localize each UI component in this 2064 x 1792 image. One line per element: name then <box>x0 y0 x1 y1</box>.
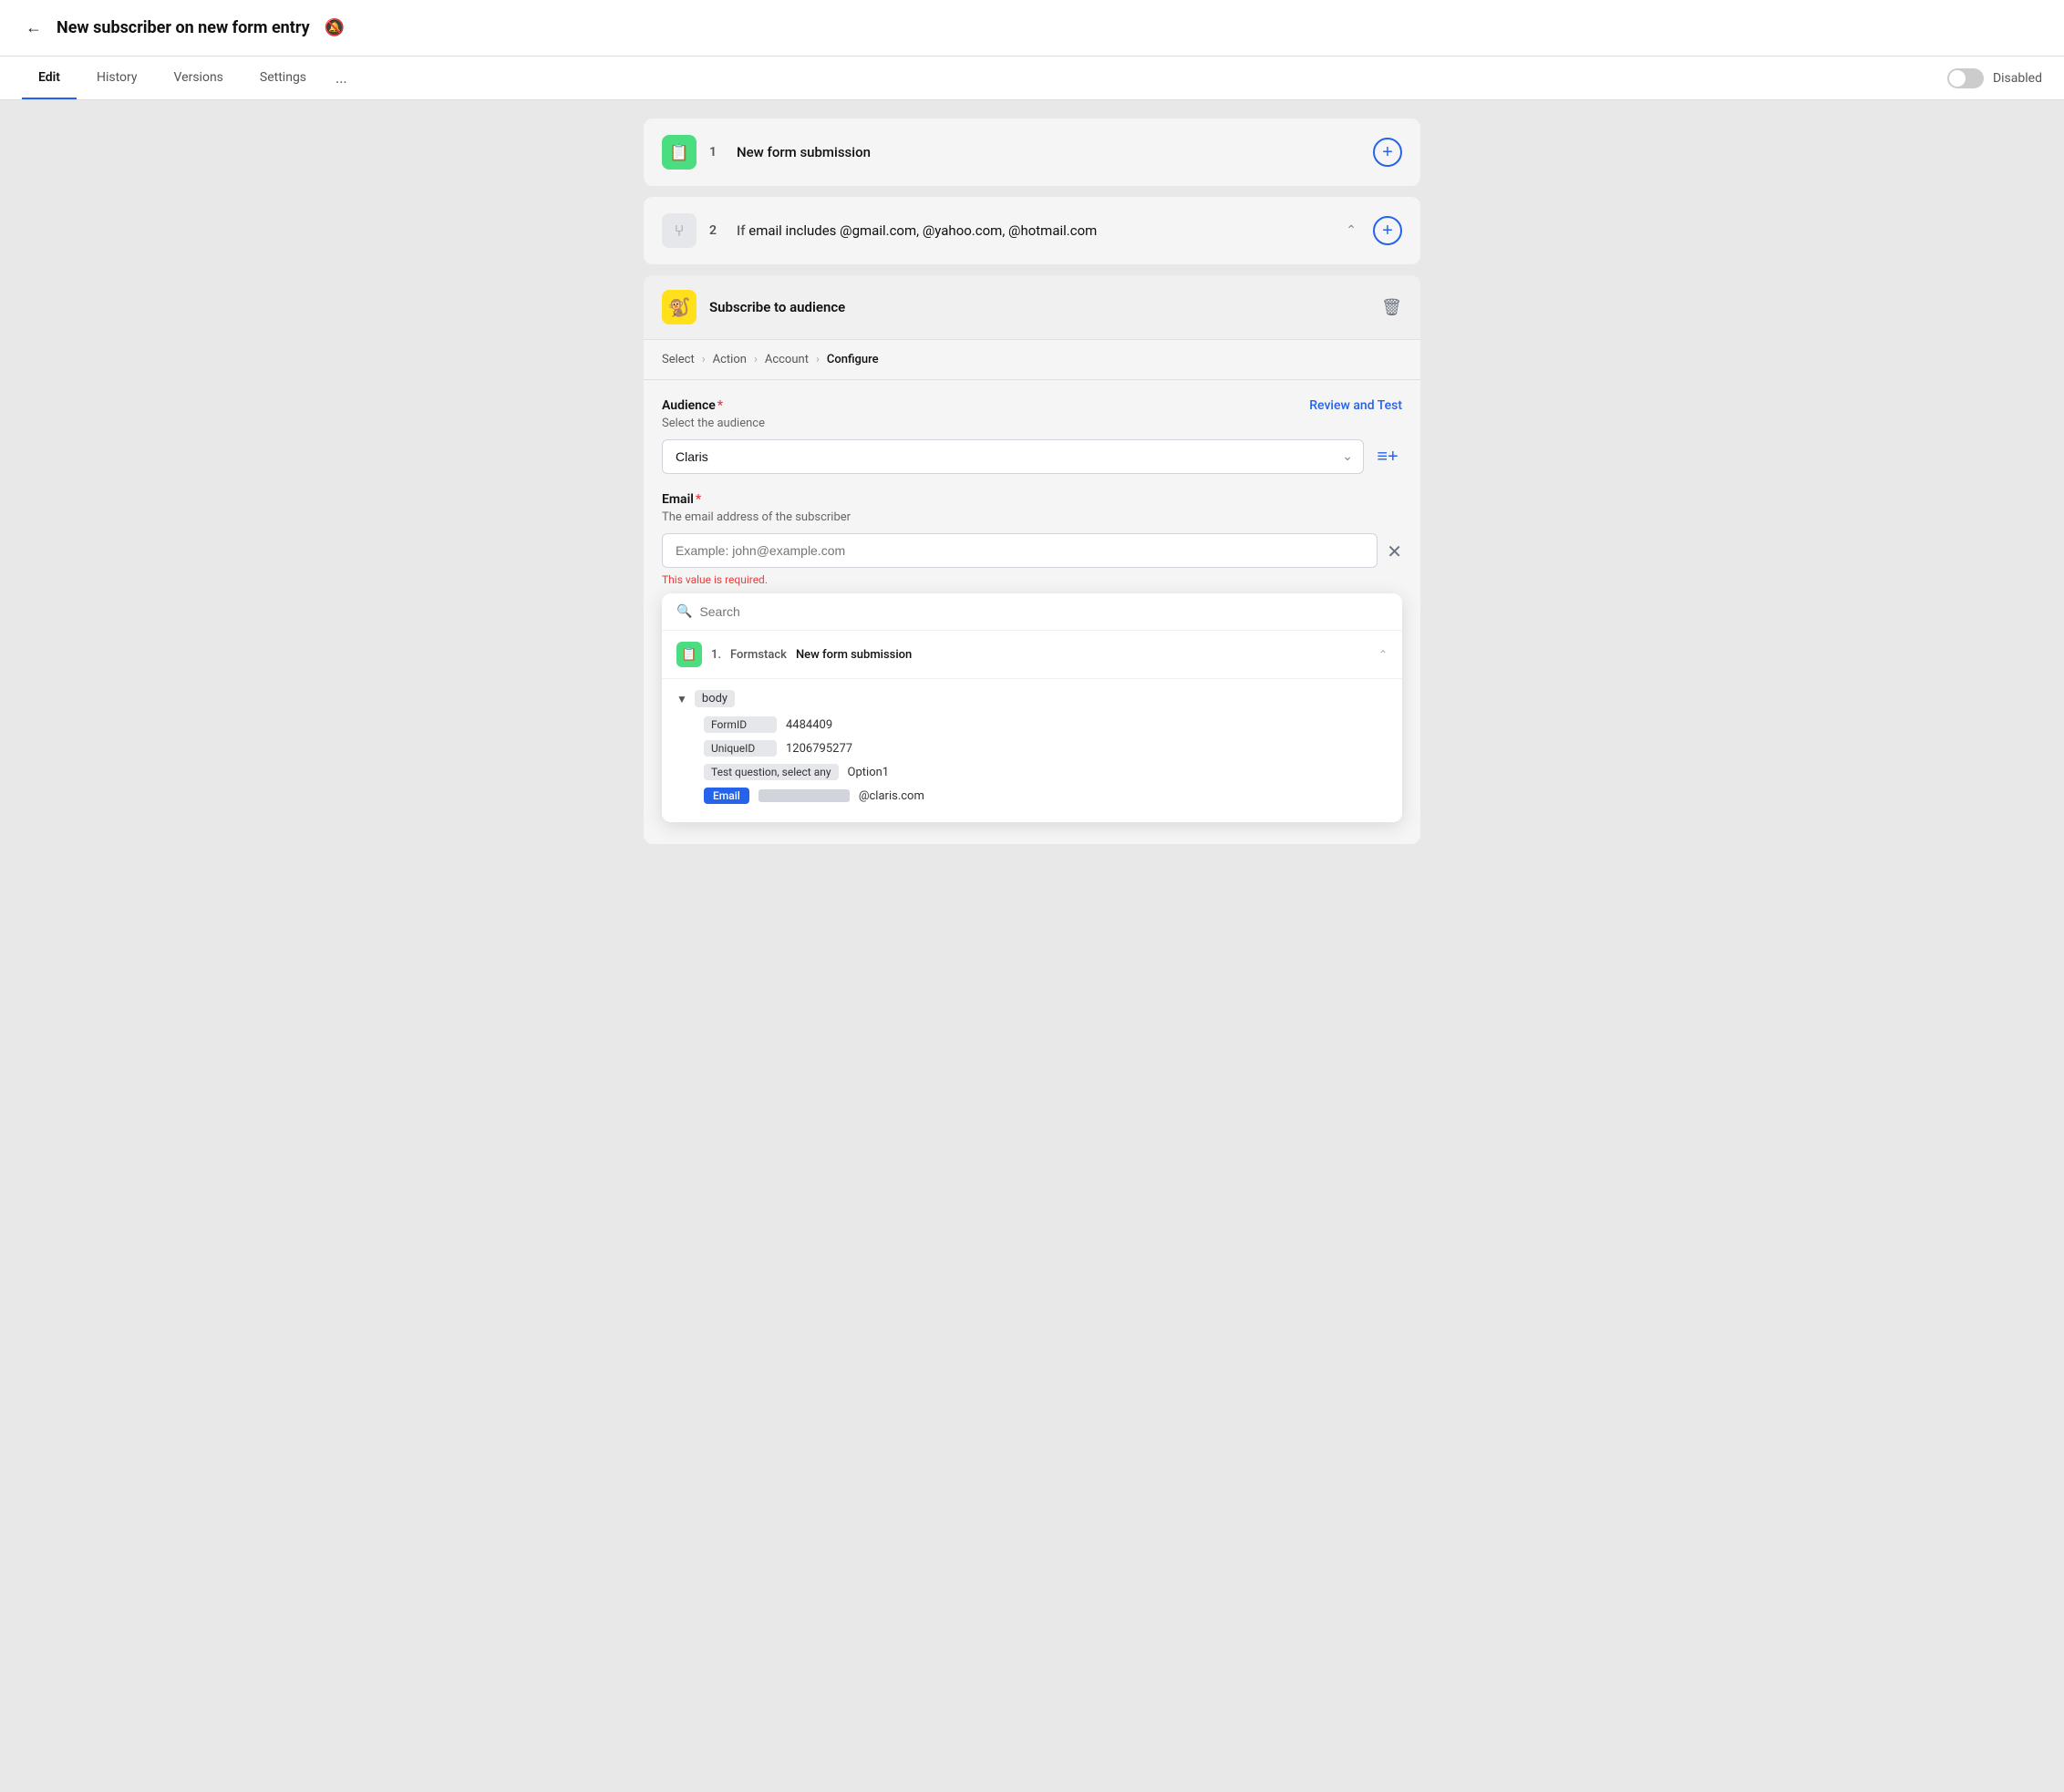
step-1-num: 1 <box>709 145 724 160</box>
email-domain-value: @claris.com <box>859 789 924 803</box>
list-item[interactable]: FormID 4484409 <box>704 716 1388 733</box>
list-add-button[interactable]: ≡+ <box>1373 442 1402 471</box>
trash-icon: 🗑 <box>1381 298 1402 316</box>
email-dropdown-popup: 🔍 📋 1. Formstack New form submission ⌃ <box>662 593 1402 822</box>
subscribe-title: Subscribe to audience <box>709 299 1368 315</box>
review-test-link[interactable]: Review and Test <box>1309 398 1402 413</box>
formstack-row: 📋 1. Formstack New form submission ⌃ <box>662 631 1402 679</box>
email-desc: The email address of the subscriber <box>662 510 1402 524</box>
step-2-add-button[interactable]: + <box>1373 216 1402 245</box>
step-2-card: ⑂ 2 If email includes @gmail.com, @yahoo… <box>644 197 1420 264</box>
step-1-label: New form submission <box>737 144 1360 160</box>
disabled-toggle[interactable] <box>1947 68 1984 88</box>
tab-versions[interactable]: Versions <box>158 57 240 99</box>
field-key-uniqueid: UniqueID <box>704 740 777 757</box>
body-tag: body <box>695 690 735 707</box>
page-title: New subscriber on new form entry <box>57 18 310 37</box>
email-error: This value is required. <box>662 573 1378 586</box>
mailchimp-icon: 🐒 <box>662 290 697 324</box>
chevron-up-icon[interactable]: ⌃ <box>1346 223 1357 238</box>
breadcrumb-action[interactable]: Action <box>713 353 747 366</box>
email-input[interactable] <box>662 533 1378 568</box>
step-1-add-button[interactable]: + <box>1373 138 1402 167</box>
add-icon: + <box>1382 142 1393 163</box>
step-2-num: 2 <box>709 223 724 238</box>
tab-more[interactable]: ... <box>326 57 356 99</box>
body-section: ▼ body FormID 4484409 <box>662 679 1402 822</box>
dropdown-search-input[interactable] <box>699 604 1388 619</box>
tab-edit[interactable]: Edit <box>22 57 77 99</box>
configure-section: Review and Test Audience* Select the aud… <box>644 379 1420 844</box>
toggle-label: Disabled <box>1993 71 2042 86</box>
step-1-icon: 📋 <box>662 135 697 170</box>
audience-required: * <box>717 398 723 413</box>
field-value-formid: 4484409 <box>786 718 832 732</box>
field-key-formid: FormID <box>704 716 777 733</box>
email-label: Email <box>662 492 694 507</box>
dropdown-search-row: 🔍 <box>662 593 1402 631</box>
add-icon-2: + <box>1382 221 1393 242</box>
data-rows: FormID 4484409 UniqueID 1206795277 <box>676 716 1388 804</box>
email-required: * <box>696 492 701 507</box>
back-icon: ← <box>26 18 42 36</box>
formstack-sublabel: New form submission <box>796 648 912 662</box>
list-item[interactable]: Test question, select any Option1 <box>704 764 1388 780</box>
list-add-icon: ≡+ <box>1377 447 1398 468</box>
field-key-email: Email <box>704 788 749 804</box>
breadcrumb-account[interactable]: Account <box>765 353 809 366</box>
bell-icon: 🔕 <box>325 18 345 37</box>
tabs-bar: Edit History Versions Settings ... Disab… <box>0 57 2064 100</box>
step-2-label: If email includes @gmail.com, @yahoo.com… <box>737 222 1333 239</box>
formstack-icon: 📋 <box>676 642 702 667</box>
subscribe-card: 🐒 Subscribe to audience 🗑 Select › Actio… <box>644 275 1420 844</box>
formstack-chevron-icon[interactable]: ⌃ <box>1378 648 1388 661</box>
list-item[interactable]: UniqueID 1206795277 <box>704 740 1388 757</box>
audience-desc: Select the audience <box>662 417 1402 430</box>
email-blurred-value <box>759 789 850 802</box>
subscribe-header: 🐒 Subscribe to audience 🗑 <box>644 275 1420 339</box>
email-input-wrapper: This value is required. <box>662 533 1378 586</box>
audience-field: Audience* Select the audience Claris ⌄ ≡… <box>662 398 1402 474</box>
close-icon: ✕ <box>1387 542 1402 562</box>
tab-history[interactable]: History <box>80 57 154 99</box>
breadcrumb-select[interactable]: Select <box>662 353 695 366</box>
audience-select[interactable]: Claris <box>662 439 1364 474</box>
trash-button[interactable]: 🗑 <box>1381 298 1402 317</box>
audience-select-wrapper: Claris ⌄ <box>662 439 1364 474</box>
audience-label: Audience <box>662 398 716 413</box>
email-field: Email* The email address of the subscrib… <box>662 492 1402 822</box>
formstack-num: 1. <box>711 648 721 662</box>
field-value-test: Option1 <box>848 766 890 779</box>
breadcrumb-configure[interactable]: Configure <box>827 353 879 366</box>
back-button[interactable]: ← <box>22 15 46 41</box>
list-item[interactable]: Email @claris.com <box>704 788 1388 804</box>
step-2-icon: ⑂ <box>662 213 697 248</box>
field-value-uniqueid: 1206795277 <box>786 742 852 756</box>
step-1-card: 📋 1 New form submission + <box>644 118 1420 186</box>
tab-settings[interactable]: Settings <box>243 57 323 99</box>
search-icon: 🔍 <box>676 604 692 619</box>
breadcrumb: Select › Action › Account › Configure <box>644 339 1420 379</box>
close-email-button[interactable]: ✕ <box>1387 541 1402 563</box>
field-key-test: Test question, select any <box>704 764 839 780</box>
triangle-icon[interactable]: ▼ <box>676 693 687 705</box>
formstack-name: Formstack <box>730 648 787 662</box>
